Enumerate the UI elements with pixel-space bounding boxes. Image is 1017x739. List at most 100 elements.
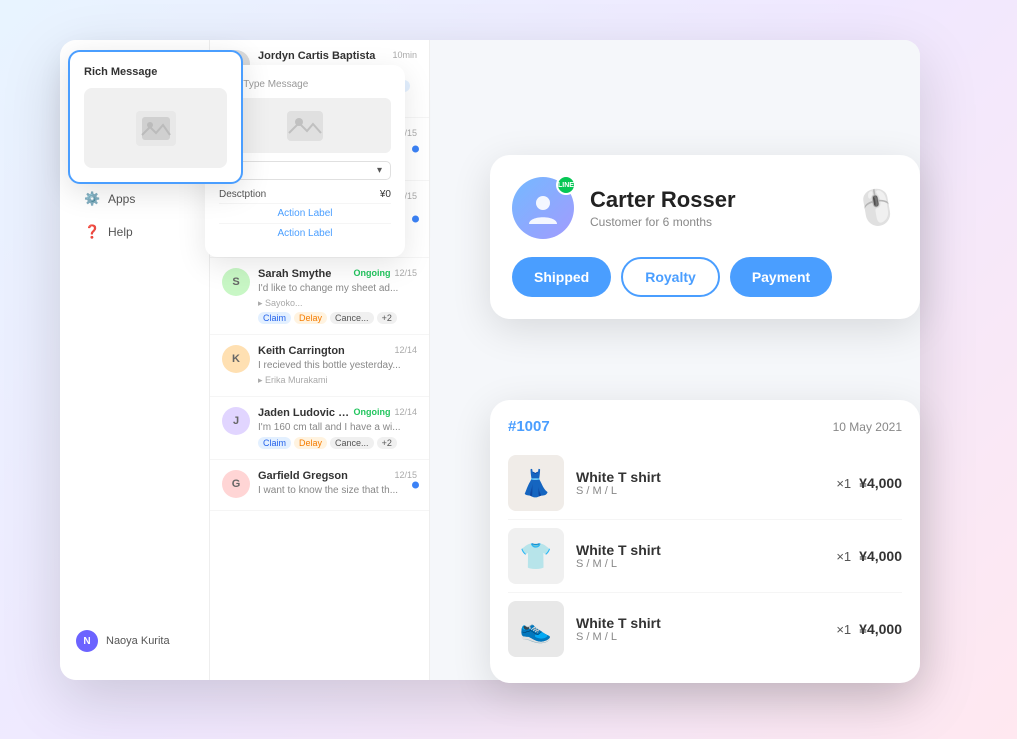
- chat-name: Sarah Smythe: [258, 268, 353, 280]
- rich-message-card: Rich Message: [68, 50, 243, 184]
- avatar: K: [222, 345, 250, 373]
- tag: Claim: [258, 312, 291, 324]
- card-image-icon: [287, 111, 323, 141]
- sidebar-footer: N Naoya Kurita: [68, 622, 202, 660]
- sidebar-item-apps[interactable]: ⚙️ Apps: [68, 183, 201, 215]
- chat-item[interactable]: G Garfield Gregson 12/15 I want to know …: [210, 460, 429, 511]
- help-icon: ❓: [84, 224, 100, 240]
- chat-time: 10min: [392, 50, 417, 60]
- description-value: ¥0: [380, 189, 391, 200]
- item-details: White T shirt S / M / L: [576, 615, 824, 643]
- chat-name: Jordyn Cartis Baptista: [258, 50, 388, 62]
- card-type-title: Card Type Message: [219, 79, 391, 90]
- action-label-2[interactable]: Action Label: [219, 224, 391, 243]
- avatar: J: [222, 407, 250, 435]
- item-qty: ×1: [836, 476, 851, 491]
- chat-content: Jaden Ludovic Willis Ongoing 12/14 I'm 1…: [258, 407, 417, 449]
- item-qty: ×1: [836, 549, 851, 564]
- chat-item[interactable]: S Sarah Smythe Ongoing 12/15 I'd like to…: [210, 258, 429, 335]
- order-card: #1007 10 May 2021 👗 White T shirt S / M …: [490, 400, 920, 683]
- action-label-1[interactable]: Action Label: [219, 204, 391, 224]
- chat-time: 12/14: [394, 407, 417, 417]
- item-right: ×1 ¥4,000: [836, 548, 902, 564]
- item-name: White T shirt: [576, 542, 824, 558]
- assignee: ▸ Erika Murakami: [258, 375, 417, 386]
- chat-time: 12/15: [394, 470, 417, 480]
- avatar: S: [222, 268, 250, 296]
- chat-name: Garfield Gregson: [258, 470, 390, 482]
- apps-icon: ⚙️: [84, 191, 100, 207]
- item-price: ¥4,000: [859, 548, 902, 564]
- tag: Claim: [258, 437, 291, 449]
- chat-name: Jaden Ludovic Willis: [258, 407, 353, 419]
- unread-dot: [412, 146, 419, 153]
- line-badge: LINE: [556, 175, 576, 195]
- chat-item[interactable]: K Keith Carrington 12/14 I recieved this…: [210, 335, 429, 397]
- chat-preview: I recieved this bottle yesterday...: [258, 360, 417, 371]
- rich-message-title: Rich Message: [84, 66, 227, 78]
- avatar: G: [222, 470, 250, 498]
- shipped-button[interactable]: Shipped: [512, 257, 611, 297]
- customer-card: LINE Carter Rosser Customer for 6 months…: [490, 155, 920, 319]
- sidebar-user: N Naoya Kurita: [68, 622, 202, 660]
- item-price: ¥4,000: [859, 475, 902, 491]
- sidebar-help-label: Help: [108, 225, 133, 239]
- customer-header: LINE Carter Rosser Customer for 6 months…: [512, 177, 898, 239]
- tag: +2: [377, 312, 397, 324]
- chat-preview: I'd like to change my sheet ad...: [258, 283, 417, 294]
- chat-name: Keith Carrington: [258, 345, 390, 357]
- chat-tags: Claim Delay Cance... +2: [258, 437, 417, 449]
- payment-button[interactable]: Payment: [730, 257, 832, 297]
- person-icon: [525, 190, 561, 226]
- tag: Delay: [294, 312, 327, 324]
- image-placeholder-icon: [136, 111, 176, 146]
- item-qty: ×1: [836, 622, 851, 637]
- click-cursor-icon: 🖱️: [853, 185, 902, 232]
- chat-preview: I want to know the size that th...: [258, 485, 417, 496]
- status-badge: Ongoing: [353, 268, 390, 278]
- item-name: White T shirt: [576, 615, 824, 631]
- rich-message-image: [84, 88, 227, 168]
- unread-dot: [412, 216, 419, 223]
- item-size: S / M / L: [576, 558, 824, 570]
- item-details: White T shirt S / M / L: [576, 469, 824, 497]
- action-buttons: Shipped Royalty Payment: [512, 257, 898, 297]
- unread-dot: [412, 482, 419, 489]
- item-size: S / M / L: [576, 485, 824, 497]
- item-right: ×1 ¥4,000: [836, 621, 902, 637]
- chat-content: Keith Carrington 12/14 I recieved this b…: [258, 345, 417, 386]
- user-initials: N: [83, 636, 90, 647]
- customer-avatar-wrapper: LINE: [512, 177, 574, 239]
- item-size: S / M / L: [576, 631, 824, 643]
- tag: Cance...: [330, 312, 374, 324]
- item-price: ¥4,000: [859, 621, 902, 637]
- item-image: 👟: [508, 601, 564, 657]
- assignee: ▸ Sayoko...: [258, 298, 417, 309]
- item-image: 👗: [508, 455, 564, 511]
- order-item: 👗 White T shirt S / M / L ×1 ¥4,000: [508, 447, 902, 520]
- chat-item[interactable]: J Jaden Ludovic Willis Ongoing 12/14 I'm…: [210, 397, 429, 460]
- chevron-down-icon: ▾: [377, 165, 382, 176]
- card-type-dropdown[interactable]: ▾: [219, 161, 391, 180]
- card-type-image: [219, 98, 391, 153]
- customer-info: Carter Rosser Customer for 6 months: [590, 187, 840, 229]
- sidebar-item-help[interactable]: ❓ Help: [68, 216, 201, 248]
- customer-since: Customer for 6 months: [590, 215, 840, 229]
- chat-content: Garfield Gregson 12/15 I want to know th…: [258, 470, 417, 500]
- tag: Delay: [294, 437, 327, 449]
- status-badge: Ongoing: [353, 407, 390, 417]
- chat-time: 12/14: [394, 345, 417, 355]
- user-name: Naoya Kurita: [106, 635, 170, 647]
- order-header: #1007 10 May 2021: [508, 418, 902, 435]
- chat-content: Sarah Smythe Ongoing 12/15 I'd like to c…: [258, 268, 417, 324]
- card-description-row: Desctption ¥0: [219, 186, 391, 204]
- chat-preview: I'm 160 cm tall and I have a wi...: [258, 422, 417, 433]
- tag: +2: [377, 437, 397, 449]
- sidebar-apps-label: Apps: [108, 192, 135, 206]
- order-date: 10 May 2021: [833, 420, 902, 434]
- royalty-button[interactable]: Royalty: [621, 257, 720, 297]
- item-details: White T shirt S / M / L: [576, 542, 824, 570]
- chat-tags: Claim Delay Cance... +2: [258, 312, 417, 324]
- item-name: White T shirt: [576, 469, 824, 485]
- item-right: ×1 ¥4,000: [836, 475, 902, 491]
